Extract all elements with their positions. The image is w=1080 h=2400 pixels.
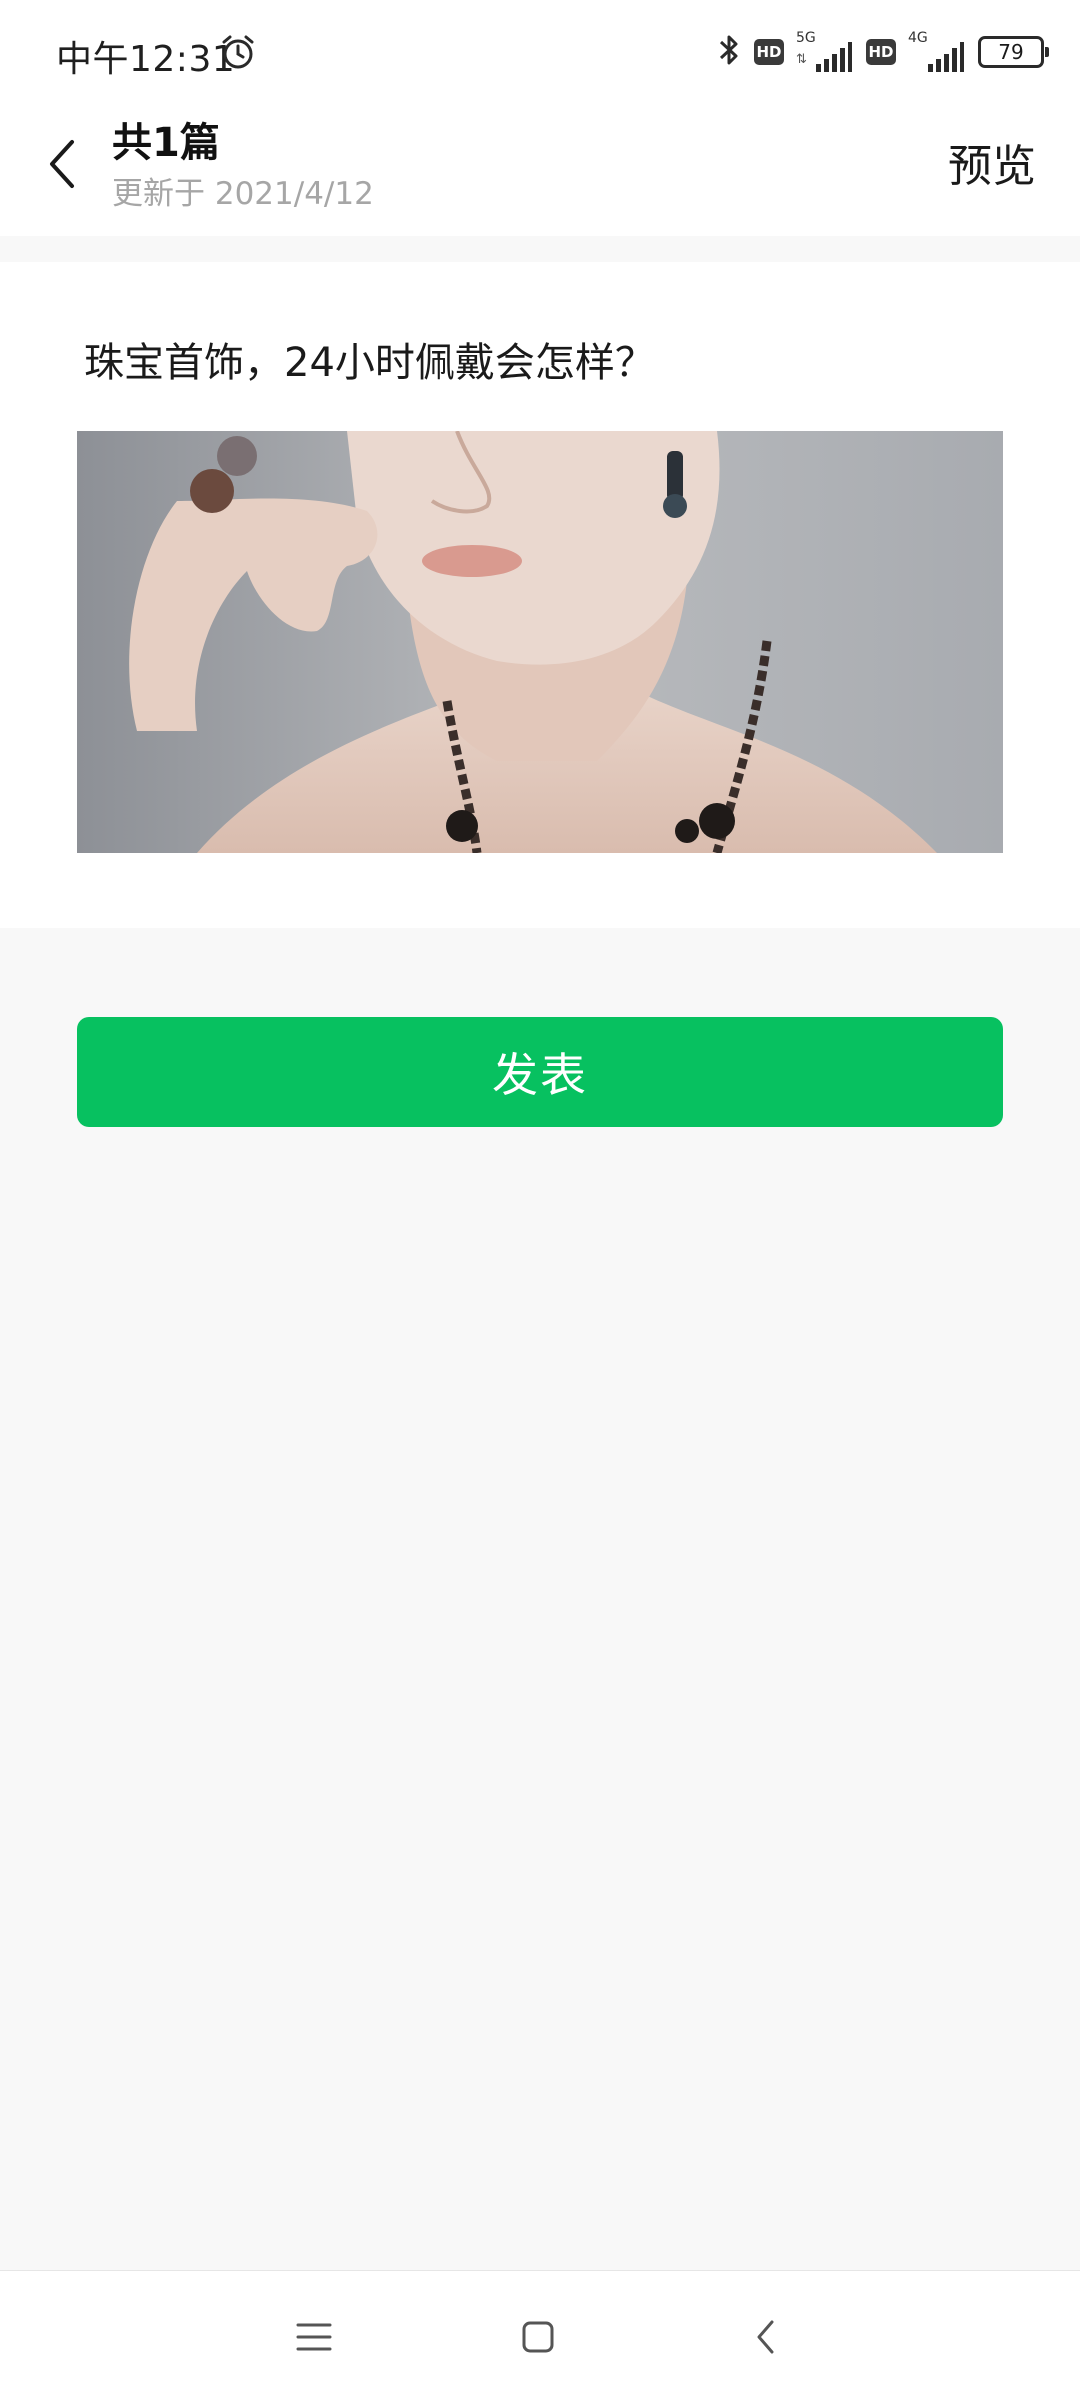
network-5g: 5G ⇅ (796, 30, 854, 74)
home-square-icon (522, 2321, 554, 2353)
signal-icon-2 (928, 42, 964, 72)
back-arrow-icon (50, 140, 74, 188)
bluetooth-icon (716, 32, 742, 72)
system-nav-bar (0, 2270, 1080, 2400)
screen: 中午12:31 HD 5G ⇅ HD 4G 79 共1篇 更新于 2021/4/… (0, 0, 1080, 2400)
publish-button[interactable]: 发表 (77, 1017, 1003, 1127)
back-chevron-icon (757, 2320, 774, 2354)
updated-date: 更新于 2021/4/12 (112, 176, 374, 212)
article-card[interactable]: 珠宝首饰，24小时佩戴会怎样？ (0, 262, 1080, 928)
menu-button[interactable] (286, 2309, 342, 2365)
header: 共1篇 更新于 2021/4/12 预览 (0, 104, 1080, 236)
article-title: 珠宝首饰，24小时佩戴会怎样？ (84, 340, 655, 386)
battery-icon: 79 (978, 36, 1049, 68)
menu-icon (296, 2323, 332, 2351)
signal-icon (816, 42, 852, 72)
data-arrows-icon: ⇅ (796, 52, 807, 67)
status-icons: HD 5G ⇅ HD 4G 79 (704, 26, 1049, 78)
home-button[interactable] (510, 2309, 566, 2365)
network-5g-label: 5G (796, 30, 816, 46)
status-bar: 中午12:31 HD 5G ⇅ HD 4G 79 (0, 0, 1080, 104)
network-4g: 4G (908, 30, 966, 74)
hd-badge: HD (754, 39, 784, 65)
network-4g-label: 4G (908, 30, 928, 46)
article-cover-image (77, 431, 1003, 853)
alarm-icon (218, 32, 258, 72)
hd-badge-2: HD (866, 39, 896, 65)
back-button[interactable] (34, 128, 90, 200)
status-time: 中午12:31 (56, 39, 236, 80)
preview-button[interactable]: 预览 (948, 130, 1036, 194)
system-back-button[interactable] (738, 2309, 794, 2365)
page-title: 共1篇 (112, 120, 220, 166)
